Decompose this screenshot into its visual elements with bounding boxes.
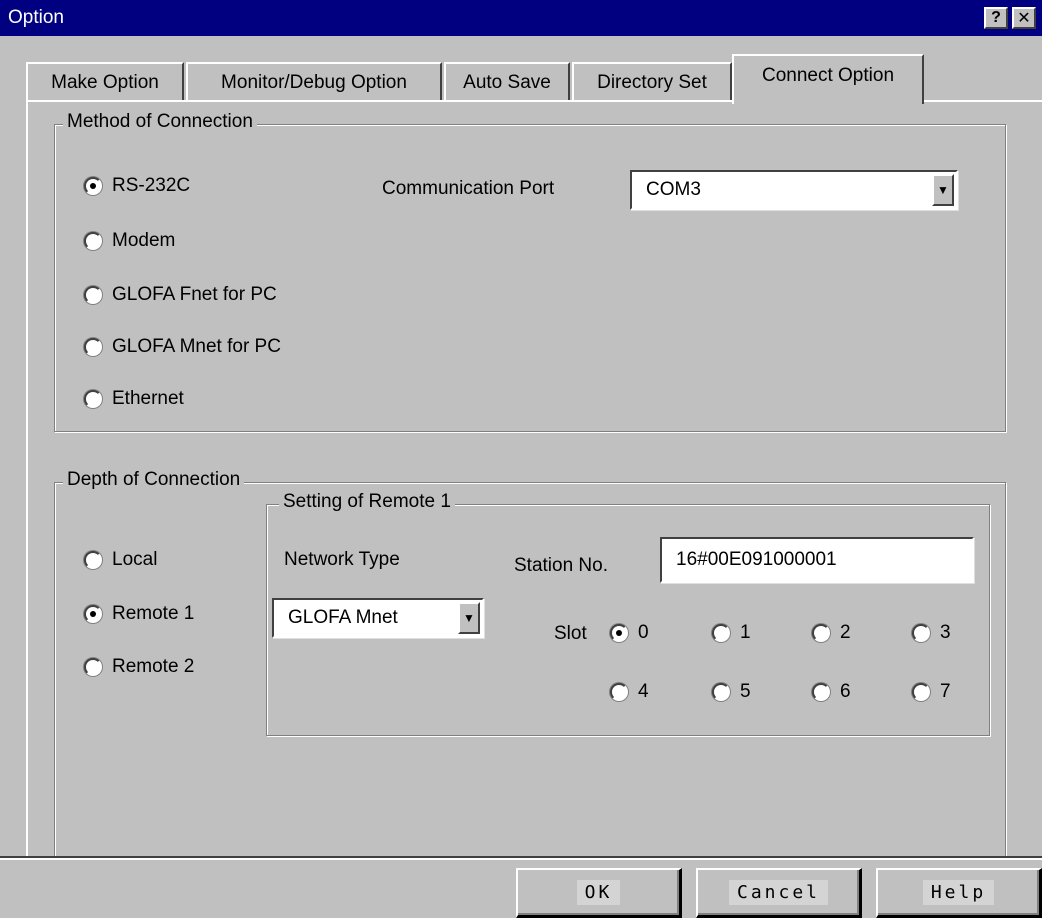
radio-label: Remote 2: [112, 656, 195, 677]
radio-label: RS-232C: [112, 175, 191, 196]
tab-directory-set[interactable]: Directory Set: [572, 62, 732, 102]
radio-label: 0: [638, 622, 649, 643]
radio-label: 7: [940, 681, 951, 702]
help-icon[interactable]: ?: [984, 7, 1008, 29]
radio-label: Ethernet: [112, 388, 184, 409]
radio-label: 6: [840, 681, 851, 702]
window-title: Option: [8, 7, 64, 28]
radio-slot-1[interactable]: 1: [712, 622, 751, 644]
radio-slot-4[interactable]: 4: [610, 681, 649, 703]
radio-label: 4: [638, 681, 649, 702]
tab-label: Make Option: [51, 72, 159, 93]
tab-label: Auto Save: [463, 72, 551, 93]
depth-legend: Depth of Connection: [63, 469, 245, 491]
radio-slot-5[interactable]: 5: [712, 681, 751, 703]
radio-button[interactable]: [84, 658, 102, 676]
tab-label: Directory Set: [597, 72, 707, 93]
radio-label: 2: [840, 622, 851, 643]
radio-remote-2[interactable]: Remote 2: [84, 656, 194, 678]
tab-make-option[interactable]: Make Option: [26, 62, 184, 102]
radio-button[interactable]: [912, 624, 930, 642]
communication-port-label: Communication Port: [382, 178, 555, 199]
slot-label: Slot: [554, 623, 587, 644]
radio-button[interactable]: [812, 683, 830, 701]
radio-button[interactable]: [84, 551, 102, 569]
radio-button[interactable]: [912, 683, 930, 701]
network-type-label: Network Type: [284, 549, 400, 570]
radio-button[interactable]: [84, 605, 102, 623]
communication-port-value: COM3: [646, 179, 701, 200]
radio-modem[interactable]: Modem: [84, 230, 175, 252]
close-icon[interactable]: ✕: [1012, 7, 1036, 29]
help-button[interactable]: Help: [876, 868, 1042, 918]
chevron-down-icon[interactable]: ▼: [458, 602, 480, 634]
station-no-input[interactable]: 16#00E091000001: [660, 537, 974, 583]
radio-local[interactable]: Local: [84, 549, 157, 571]
radio-ethernet[interactable]: Ethernet: [84, 388, 184, 410]
bottom-separator: [0, 856, 1042, 860]
chevron-down-icon[interactable]: ▼: [932, 174, 954, 206]
tab-label: Monitor/Debug Option: [221, 72, 407, 93]
radio-button[interactable]: [84, 338, 102, 356]
radio-button[interactable]: [84, 286, 102, 304]
radio-button[interactable]: [712, 683, 730, 701]
radio-button[interactable]: [84, 232, 102, 250]
radio-rs232c[interactable]: RS-232C: [84, 175, 190, 197]
tab-monitor-debug-option[interactable]: Monitor/Debug Option: [186, 62, 442, 102]
radio-slot-7[interactable]: 7: [912, 681, 951, 703]
radio-label: Local: [112, 549, 158, 570]
radio-label: 3: [940, 622, 951, 643]
title-bar: Option ? ✕: [0, 0, 1042, 36]
radio-glofa-mnet[interactable]: GLOFA Mnet for PC: [84, 336, 281, 358]
radio-button[interactable]: [712, 624, 730, 642]
ok-button-label: OK: [576, 880, 621, 905]
radio-button[interactable]: [812, 624, 830, 642]
communication-port-select[interactable]: COM3 ▼: [630, 170, 958, 210]
remote-legend: Setting of Remote 1: [279, 491, 455, 513]
radio-label: 5: [740, 681, 751, 702]
tab-connect-option[interactable]: Connect Option: [732, 54, 924, 104]
help-button-label: Help: [922, 880, 995, 905]
radio-remote-1[interactable]: Remote 1: [84, 603, 194, 625]
network-type-value: GLOFA Mnet: [288, 607, 398, 628]
radio-label: 1: [740, 622, 751, 643]
radio-button[interactable]: [610, 683, 628, 701]
ok-button[interactable]: OK: [516, 868, 682, 918]
radio-button[interactable]: [84, 390, 102, 408]
tab-label: Connect Option: [761, 65, 895, 86]
radio-label: GLOFA Fnet for PC: [112, 284, 277, 305]
network-type-select[interactable]: GLOFA Mnet ▼: [272, 598, 484, 638]
radio-label: Modem: [112, 230, 176, 251]
radio-label: Remote 1: [112, 603, 195, 624]
radio-label: GLOFA Mnet for PC: [112, 336, 281, 357]
radio-slot-3[interactable]: 3: [912, 622, 951, 644]
station-no-label: Station No.: [514, 555, 608, 576]
station-no-value: 16#00E091000001: [676, 549, 837, 570]
radio-slot-6[interactable]: 6: [812, 681, 851, 703]
cancel-button[interactable]: Cancel: [696, 868, 862, 918]
radio-glofa-fnet[interactable]: GLOFA Fnet for PC: [84, 284, 277, 306]
radio-slot-0[interactable]: 0: [610, 622, 649, 644]
radio-slot-2[interactable]: 2: [812, 622, 851, 644]
tab-auto-save[interactable]: Auto Save: [444, 62, 570, 102]
cancel-button-label: Cancel: [728, 880, 829, 905]
radio-button[interactable]: [610, 624, 628, 642]
radio-button[interactable]: [84, 177, 102, 195]
method-legend: Method of Connection: [63, 111, 257, 133]
